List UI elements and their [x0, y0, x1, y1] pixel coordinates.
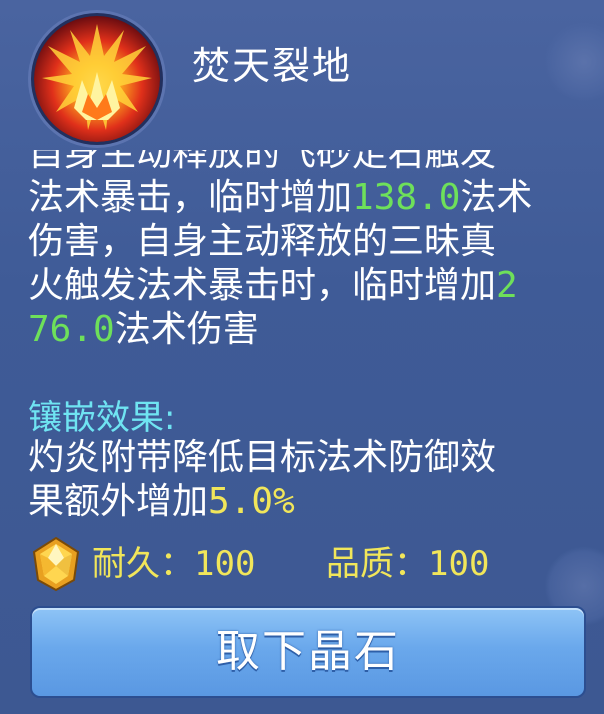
side-decoration-icon [544, 22, 604, 102]
remove-crystal-button[interactable]: 取下晶石 [30, 606, 586, 698]
durability-stat: 耐久：100 [92, 544, 256, 584]
durability-value: 100 [194, 544, 256, 584]
description-line: 法术暴击，临时增加138.0法术 [28, 177, 533, 218]
description-line: 76.0法术伤害 [28, 309, 259, 350]
flame-burst-icon [34, 16, 160, 142]
quality-value: 100 [428, 544, 490, 584]
description-line: 伤害，自身主动释放的三昧真 [28, 221, 497, 262]
inlay-effect-description: 灼炎附带降低目标法术防御效 果额外增加5.0% [28, 436, 588, 524]
damage-value: 76.0 [28, 309, 115, 350]
skill-name: 焚天裂地 [192, 44, 353, 88]
item-tooltip-panel: 焚天裂地 自身主动释放的飞砂走石触发 法术暴击，临时增加138.0法术 伤害，自… [0, 0, 604, 714]
description-line-clipped: 自身主动释放的飞砂走石触发 [28, 150, 497, 174]
quality-stat: 品质：100 [326, 544, 490, 584]
bonus-value: 5.0% [208, 481, 295, 522]
damage-value: 138.0 [352, 177, 461, 218]
inlay-line: 灼炎附带降低目标法术防御效 [28, 437, 497, 478]
stats-row: 耐久：100 品质：100 [28, 534, 588, 594]
yellow-gem-icon [32, 536, 80, 592]
inlay-effect-title: 镶嵌效果: [28, 398, 176, 438]
description-line: 火触发法术暴击时，临时增加2 [28, 265, 518, 306]
skill-description: 自身主动释放的飞砂走石触发 法术暴击，临时增加138.0法术 伤害，自身主动释放… [28, 150, 588, 352]
inlay-line: 果额外增加5.0% [28, 481, 295, 522]
remove-crystal-label: 取下晶石 [216, 626, 400, 677]
damage-value: 2 [496, 265, 518, 306]
